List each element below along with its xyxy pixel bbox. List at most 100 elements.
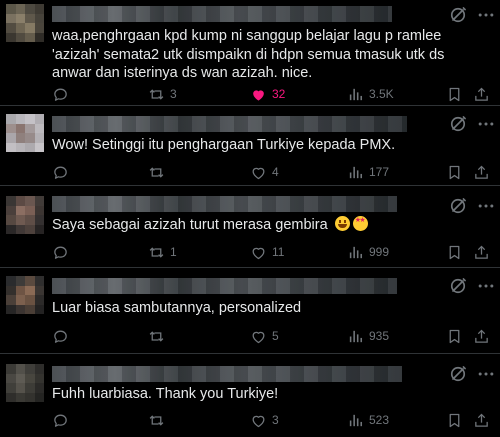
share-icon (475, 87, 488, 101)
share-icon (475, 329, 488, 343)
reply-text: Fuhh luarbiasa. Thank you Turkiye! (52, 385, 486, 404)
reply-icon (54, 414, 67, 427)
repost-button[interactable]: 3 (148, 85, 177, 103)
share-button[interactable] (473, 327, 490, 345)
reply-button[interactable] (52, 327, 69, 345)
views-icon (349, 246, 363, 258)
like-button[interactable]: 3 (250, 411, 279, 429)
bookmark-icon (449, 245, 460, 259)
more-icon[interactable] (476, 196, 496, 216)
more-icon[interactable] (476, 276, 496, 296)
views-button[interactable]: 523 (347, 411, 389, 429)
author-name-redacted[interactable] (52, 278, 397, 294)
more-icon[interactable] (476, 114, 496, 134)
like-button[interactable]: 4 (250, 163, 279, 181)
reply-text-content: Saya sebagai azizah turut merasa gembira (52, 217, 332, 233)
avatar[interactable] (6, 276, 44, 314)
bookmark-icon (449, 413, 460, 427)
reply-button[interactable] (52, 85, 69, 103)
like-icon (252, 415, 265, 427)
reply-item[interactable]: waa,penghrgaan kpd kump ni sanggup belaj… (0, 0, 500, 106)
views-icon (349, 88, 363, 100)
repost-icon (149, 330, 164, 342)
views-button[interactable]: 935 (347, 327, 389, 345)
share-button[interactable] (473, 85, 490, 103)
reply-text: Wow! Setinggi itu penghargaan Turkiye ke… (52, 136, 486, 155)
reply-item[interactable]: Saya sebagai azizah turut merasa gembira… (0, 186, 500, 268)
more-icon[interactable] (476, 5, 496, 25)
grinning-face-emoji (334, 216, 350, 231)
share-button[interactable] (473, 163, 490, 181)
avatar[interactable] (6, 4, 44, 42)
reply-icon (54, 246, 67, 259)
author-name-redacted[interactable] (52, 196, 397, 212)
repost-icon (149, 88, 164, 100)
bookmark-icon (449, 87, 460, 101)
views-icon (349, 330, 363, 342)
reply-item[interactable]: Fuhh luarbiasa. Thank you Turkiye! 3 523 (0, 354, 500, 437)
more-icon[interactable] (476, 364, 496, 384)
repost-icon (149, 414, 164, 426)
views-count: 935 (369, 329, 390, 343)
views-count: 3.5K (369, 87, 394, 101)
views-button[interactable]: 177 (347, 163, 389, 181)
views-count: 523 (369, 413, 390, 427)
bookmark-button[interactable] (446, 85, 463, 103)
share-button[interactable] (473, 243, 490, 261)
star-struck-emoji (352, 216, 368, 231)
views-count: 177 (369, 165, 390, 179)
bookmark-button[interactable] (446, 411, 463, 429)
reply-text-content: Fuhh luarbiasa. Thank you Turkiye! (52, 386, 279, 402)
author-name-redacted[interactable] (52, 366, 402, 382)
like-icon (253, 89, 264, 101)
repost-icon (149, 166, 164, 178)
share-icon (475, 165, 488, 179)
like-icon (252, 331, 265, 343)
views-button[interactable]: 3.5K (347, 85, 394, 103)
share-button[interactable] (473, 411, 490, 429)
reply-button[interactable] (52, 411, 69, 429)
reply-button[interactable] (52, 163, 69, 181)
author-name-redacted[interactable] (52, 6, 392, 22)
like-count: 4 (272, 165, 279, 179)
reply-icon (54, 88, 67, 101)
author-name-redacted[interactable] (52, 116, 407, 132)
like-count: 5 (272, 329, 279, 343)
like-button[interactable]: 11 (250, 243, 284, 261)
mute-conversation-icon[interactable] (448, 5, 468, 25)
share-icon (475, 413, 488, 427)
views-icon (349, 414, 363, 426)
like-button[interactable]: 5 (250, 327, 279, 345)
repost-button[interactable] (148, 163, 165, 181)
reply-button[interactable] (52, 243, 69, 261)
views-icon (349, 166, 363, 178)
views-button[interactable]: 999 (347, 243, 389, 261)
repost-button[interactable] (148, 411, 165, 429)
repost-button[interactable] (148, 327, 165, 345)
avatar[interactable] (6, 364, 44, 402)
reply-icon (54, 330, 67, 343)
avatar[interactable] (6, 114, 44, 152)
reply-item[interactable]: Luar biasa sambutannya, personalized 5 9… (0, 268, 500, 354)
reply-text-content: Luar biasa sambutannya, personalized (52, 300, 302, 316)
like-button[interactable]: 32 (250, 85, 285, 103)
repost-button[interactable]: 1 (148, 243, 177, 261)
bookmark-icon (449, 165, 460, 179)
like-count: 11 (272, 245, 285, 259)
bookmark-button[interactable] (446, 243, 463, 261)
bookmark-button[interactable] (446, 163, 463, 181)
mute-conversation-icon[interactable] (448, 276, 468, 296)
mute-conversation-icon[interactable] (448, 196, 468, 216)
reply-text: waa,penghrgaan kpd kump ni sanggup belaj… (52, 27, 486, 83)
like-icon (252, 167, 265, 179)
share-icon (475, 245, 488, 259)
bookmark-button[interactable] (446, 327, 463, 345)
like-count: 3 (272, 413, 279, 427)
like-icon (252, 247, 265, 259)
mute-conversation-icon[interactable] (448, 114, 468, 134)
reply-item[interactable]: Wow! Setinggi itu penghargaan Turkiye ke… (0, 106, 500, 186)
views-count: 999 (369, 245, 390, 259)
repost-count: 1 (170, 245, 177, 259)
mute-conversation-icon[interactable] (448, 364, 468, 384)
avatar[interactable] (6, 196, 44, 234)
